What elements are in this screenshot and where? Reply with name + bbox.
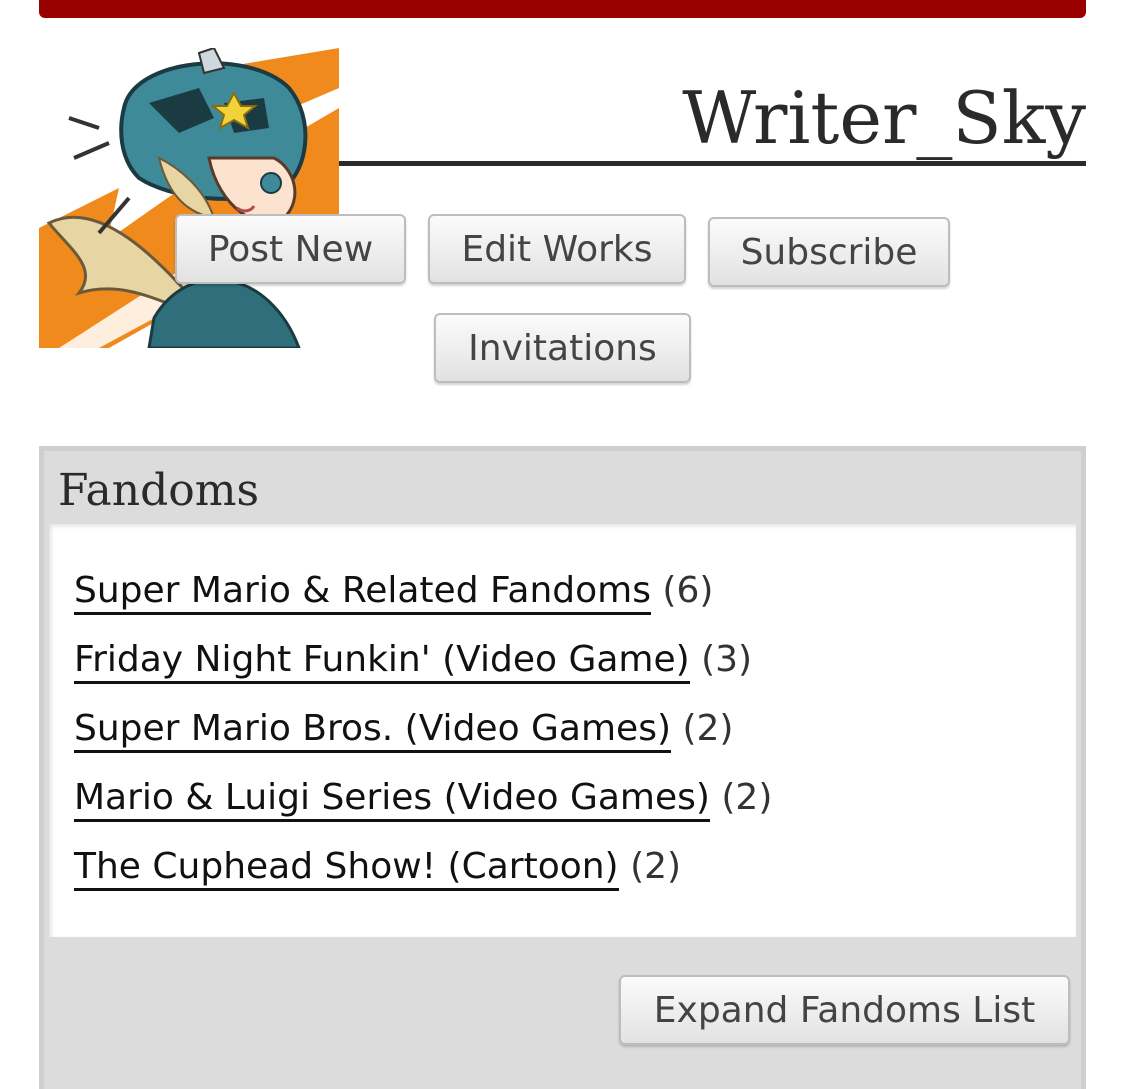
list-item: Mario & Luigi Series (Video Games) (2) [74, 775, 773, 822]
site-header-bar [39, 0, 1086, 18]
post-new-button[interactable]: Post New [175, 214, 406, 284]
edit-works-button[interactable]: Edit Works [428, 214, 686, 284]
expand-fandoms-button[interactable]: Expand Fandoms List [619, 975, 1070, 1045]
invitations-button[interactable]: Invitations [434, 313, 691, 383]
list-item: The Cuphead Show! (Cartoon) (2) [74, 844, 682, 891]
fandom-count: (6) [662, 570, 714, 611]
fandom-count: (2) [682, 708, 734, 749]
list-item: Super Mario & Related Fandoms (6) [74, 568, 714, 615]
list-item: Friday Night Funkin' (Video Game) (3) [74, 637, 753, 684]
fandoms-heading: Fandoms [58, 465, 260, 516]
profile-avatar-image [39, 48, 339, 348]
list-item: Super Mario Bros. (Video Games) (2) [74, 706, 734, 753]
fandom-link[interactable]: The Cuphead Show! (Cartoon) [74, 846, 619, 891]
page-title: Writer_Sky [682, 76, 1086, 160]
fandoms-panel: Fandoms Super Mario & Related Fandoms (6… [39, 446, 1086, 1089]
profile-header: Writer_Sky [339, 70, 1086, 166]
fandom-link[interactable]: Friday Night Funkin' (Video Game) [74, 639, 690, 684]
fandom-count: (2) [630, 846, 682, 887]
fandom-link[interactable]: Mario & Luigi Series (Video Games) [74, 777, 710, 822]
fandom-count: (2) [721, 777, 773, 818]
subscribe-button[interactable]: Subscribe [708, 217, 950, 287]
fandom-count: (3) [701, 639, 753, 680]
fandom-link[interactable]: Super Mario Bros. (Video Games) [74, 708, 672, 753]
avatar[interactable] [39, 48, 339, 348]
fandoms-list: Super Mario & Related Fandoms (6) Friday… [49, 524, 1076, 937]
fandom-link[interactable]: Super Mario & Related Fandoms [74, 570, 651, 615]
